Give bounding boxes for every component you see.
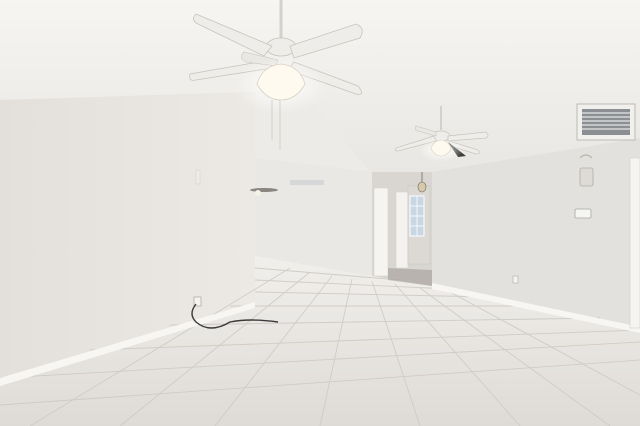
far-wall bbox=[255, 158, 372, 276]
ac-vent bbox=[576, 103, 636, 141]
right-door-trim bbox=[629, 157, 640, 329]
right-wall-outlet bbox=[512, 275, 519, 284]
thermostat bbox=[574, 208, 592, 219]
exterior-door-window bbox=[407, 185, 431, 265]
back-room-light bbox=[290, 180, 324, 185]
light-switch bbox=[195, 169, 201, 185]
room-photo bbox=[0, 0, 640, 426]
